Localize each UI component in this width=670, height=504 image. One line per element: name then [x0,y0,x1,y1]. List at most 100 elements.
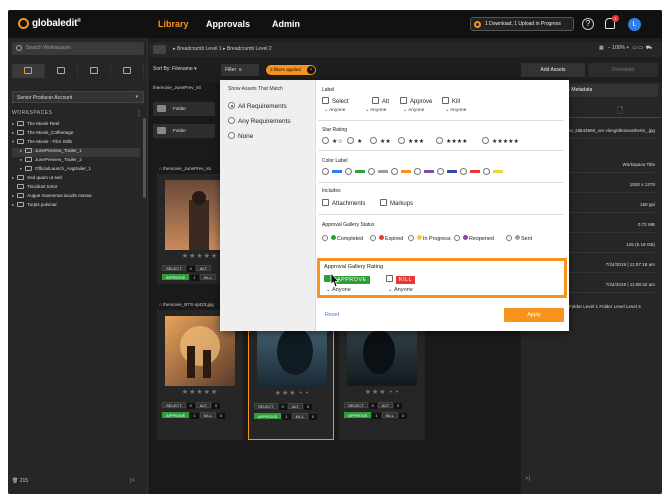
sidebar-item[interactable]: ▸ Turpis pulvinar [12,202,140,211]
kill-anyone-dropdown[interactable]: ⌄ Anyone [388,287,413,293]
tab-layers[interactable] [45,64,78,78]
star-option-2[interactable]: ★★ [370,137,391,145]
breadcrumb[interactable]: ▸ Breadcrumb Level 1 ▸ Breadcrumb Level … [173,46,272,52]
help-icon[interactable]: ? [582,18,594,30]
folder-tile[interactable]: Folder [153,102,215,116]
alt-tag[interactable]: ALT [287,403,303,409]
status-option[interactable]: Completed [322,235,363,242]
color-option[interactable] [368,168,388,176]
status-option[interactable]: Expired [370,235,403,242]
sidebar-item[interactable]: ▸ Augue maecenas iaculis massa [12,193,140,202]
sort-dropdown[interactable]: Sort By: Filename ▾ [153,66,197,72]
kill-anyone-dropdown[interactable]: ⌄ Anyone [445,108,466,113]
markups-checkbox[interactable]: Markups [380,199,413,207]
tab-inbox[interactable] [78,64,111,78]
kill-tag[interactable]: KILL [199,412,216,418]
color-option[interactable] [322,168,342,176]
avatar[interactable]: L [628,18,641,31]
kill-rating-checkbox[interactable]: KILL [386,275,416,284]
folder-up-button[interactable] [153,45,166,54]
filters-applied-badge[interactable]: 3 filters applied × [266,65,316,75]
kill-tag[interactable]: KILL [291,413,308,419]
account-select[interactable]: Senior Producer Account ▾ [12,91,144,103]
trash-button[interactable]: 🗑 215 [12,478,28,484]
folder-tile[interactable]: Folder [153,124,215,138]
color-option[interactable] [345,168,365,176]
star-option-0[interactable]: ★☆ [322,137,343,145]
sidebar-item[interactable]: ▸ The Movie_Coffeetage [12,130,140,139]
cart-icon[interactable]: ⛟ [646,45,652,51]
alt-tag[interactable]: ALT [377,402,393,408]
color-option[interactable] [483,168,503,176]
select-tag[interactable]: SELECT [162,402,186,408]
sidebar-item[interactable]: Tincidunt tortor [12,184,140,193]
clear-filters-icon[interactable]: × [307,66,315,74]
star-option-3[interactable]: ★★★ [398,137,424,145]
select-tag[interactable]: SELECT [254,403,278,409]
star-option-5[interactable]: ★★★★★ [482,137,519,145]
star-rating[interactable]: ★★★ • • [249,389,335,397]
sidebar-scrollbar[interactable] [143,118,146,198]
attachments-checkbox[interactable]: Attachments [322,199,365,207]
approve-tag[interactable]: APPROVE [162,412,190,418]
nav-approvals[interactable]: Approvals [206,19,250,29]
select-tag[interactable]: SELECT [162,265,186,271]
star-option-1[interactable]: ★ [347,137,362,145]
collapse-sidebar-button[interactable]: |< [130,478,135,484]
file-icon[interactable]: 🗋 [617,105,623,119]
apply-button[interactable]: Apply [504,308,564,322]
sidebar-item[interactable]: ▾ The Movie - Film Stills [12,139,140,148]
star-rating[interactable]: ★★★★★ [157,388,243,396]
color-option[interactable] [460,168,480,176]
more-icon[interactable]: ⋮ [136,110,142,117]
label-kill-checkbox[interactable]: Kill [442,97,460,105]
tag-count: 1 [372,413,381,419]
approve-tag[interactable]: APPROVE [254,413,282,419]
alt-tag[interactable]: ALT [195,402,211,408]
match-any-radio[interactable]: Any Requirements [228,117,291,125]
star-option-4[interactable]: ★★★★ [436,137,468,145]
approve-tag[interactable]: APPROVE [344,412,372,418]
kill-tag[interactable]: KILL [381,412,398,418]
color-option[interactable] [437,168,457,176]
status-option[interactable]: In Progress [408,235,451,242]
approve-anyone-dropdown[interactable]: ⌄ Anyone [403,108,424,113]
zoom-out-button[interactable]: − [608,45,611,51]
add-assets-button[interactable]: Add Assets [521,63,585,77]
transfer-progress-button[interactable]: 1 Download, 1 Upload in Progress [470,17,574,31]
reset-button[interactable]: Reset [325,312,339,318]
match-all-radio[interactable]: All Requirements [228,102,287,110]
logo-text[interactable]: globaledit® [32,18,81,29]
sidebar-item[interactable]: ▸ OfficialLaunch_Avgtrailer_1 [12,166,140,175]
grid-icon[interactable]: ▦ [599,45,604,51]
sidebar-item[interactable]: ▸ The Movie Reel [12,121,140,130]
approve-tag[interactable]: APPROVE [162,274,190,280]
label-approve-checkbox[interactable]: Approve [400,97,432,105]
label-alt-checkbox[interactable]: Alt [372,97,389,105]
sidebar-item[interactable]: ▸ Sed quam ut sed [12,175,140,184]
tab-upload[interactable] [111,64,144,78]
collapse-panel-button[interactable]: >| [525,476,530,482]
status-option[interactable]: Sent [506,235,532,242]
sidebar-item[interactable]: ▸ JunePreview_Trailer_2 [12,157,140,166]
select-tag[interactable]: SELECT [344,402,368,408]
status-option[interactable]: Reopened [454,235,494,242]
alt-tag[interactable]: ALT [195,265,211,271]
tab-folders[interactable] [12,64,45,78]
filter-button[interactable]: Filter ≡ [221,64,259,76]
star-rating[interactable]: ★★★ • • [339,388,425,396]
search-input[interactable]: Search Workspaces [12,42,144,55]
sidebar-item-selected[interactable]: ▸ JunePreview_Trailer_1 [12,148,140,157]
download-button[interactable]: Download [588,63,658,77]
layout-icon[interactable]: ▭ ▭ [632,45,643,51]
label-select-checkbox[interactable]: Select [322,97,349,105]
color-option[interactable] [414,168,434,176]
nav-library[interactable]: Library [158,19,189,29]
match-none-radio[interactable]: None [228,132,253,140]
alt-anyone-dropdown[interactable]: ⌄ Anyone [365,108,386,113]
nav-admin[interactable]: Admin [272,19,300,29]
select-anyone-dropdown[interactable]: ⌄ Anyone [324,108,345,113]
zoom-in-button[interactable]: + [626,45,629,51]
kill-tag[interactable]: KILL [199,274,216,280]
color-option[interactable] [391,168,411,176]
